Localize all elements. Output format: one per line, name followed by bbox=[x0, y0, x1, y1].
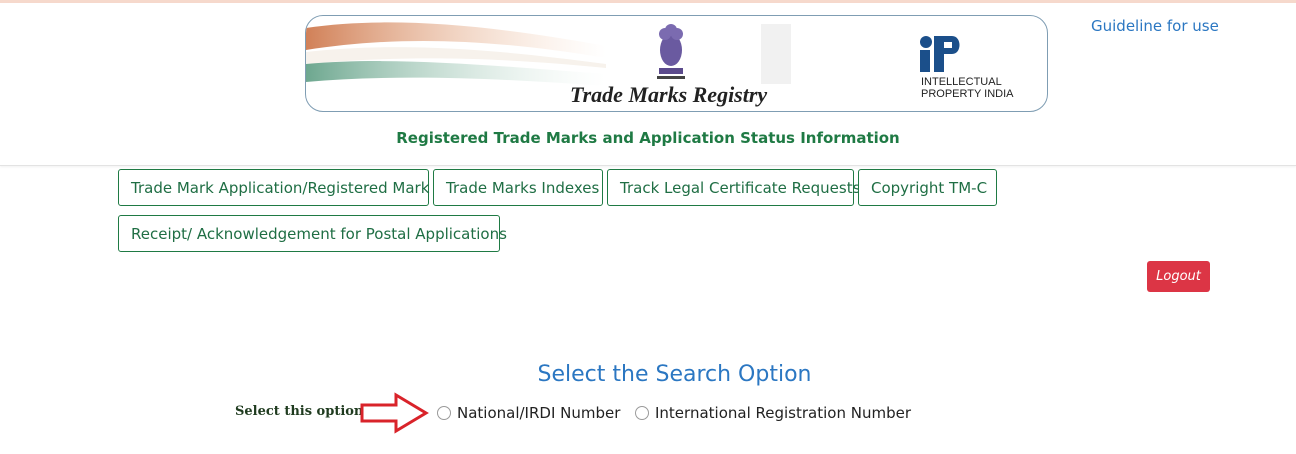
logout-button[interactable]: Logout bbox=[1147, 261, 1210, 292]
tab-trade-marks-indexes[interactable]: Trade Marks Indexes bbox=[433, 169, 603, 206]
radio-international-registration-label: International Registration Number bbox=[655, 404, 911, 422]
radio-national-irdi-circle[interactable] bbox=[437, 406, 451, 420]
tab-receipt-acknowledgement-postal[interactable]: Receipt/ Acknowledgement for Postal Appl… bbox=[118, 215, 507, 252]
tab-trade-mark-application[interactable]: Trade Mark Application/Registered Mark bbox=[118, 169, 429, 206]
radio-national-irdi-label: National/IRDI Number bbox=[457, 404, 621, 422]
radio-international-registration[interactable]: International Registration Number bbox=[635, 404, 911, 422]
guideline-link[interactable]: Guideline for use bbox=[1091, 17, 1219, 35]
ip-india-logo-icon bbox=[920, 36, 960, 72]
tab-copyright-tm-c[interactable]: Copyright TM-C bbox=[858, 169, 997, 206]
select-option-label: Select this option bbox=[235, 404, 364, 419]
radio-national-irdi[interactable]: National/IRDI Number bbox=[437, 404, 620, 422]
tab-track-legal-certificate-requests[interactable]: Track Legal Certificate Requests bbox=[607, 169, 860, 206]
registry-title: Trade Marks Registry bbox=[570, 82, 768, 107]
trade-marks-registry-banner: Trade Marks Registry INTELLECTUAL PROPER… bbox=[305, 15, 1048, 112]
page-subtitle: Registered Trade Marks and Application S… bbox=[396, 129, 900, 147]
ip-india-logo-text: INTELLECTUAL PROPERTY INDIA bbox=[921, 76, 1014, 100]
emblem-icon bbox=[657, 24, 685, 79]
search-option-heading: Select the Search Option bbox=[537, 362, 812, 387]
right-arrow-icon bbox=[360, 392, 429, 434]
radio-international-registration-circle[interactable] bbox=[635, 406, 649, 420]
